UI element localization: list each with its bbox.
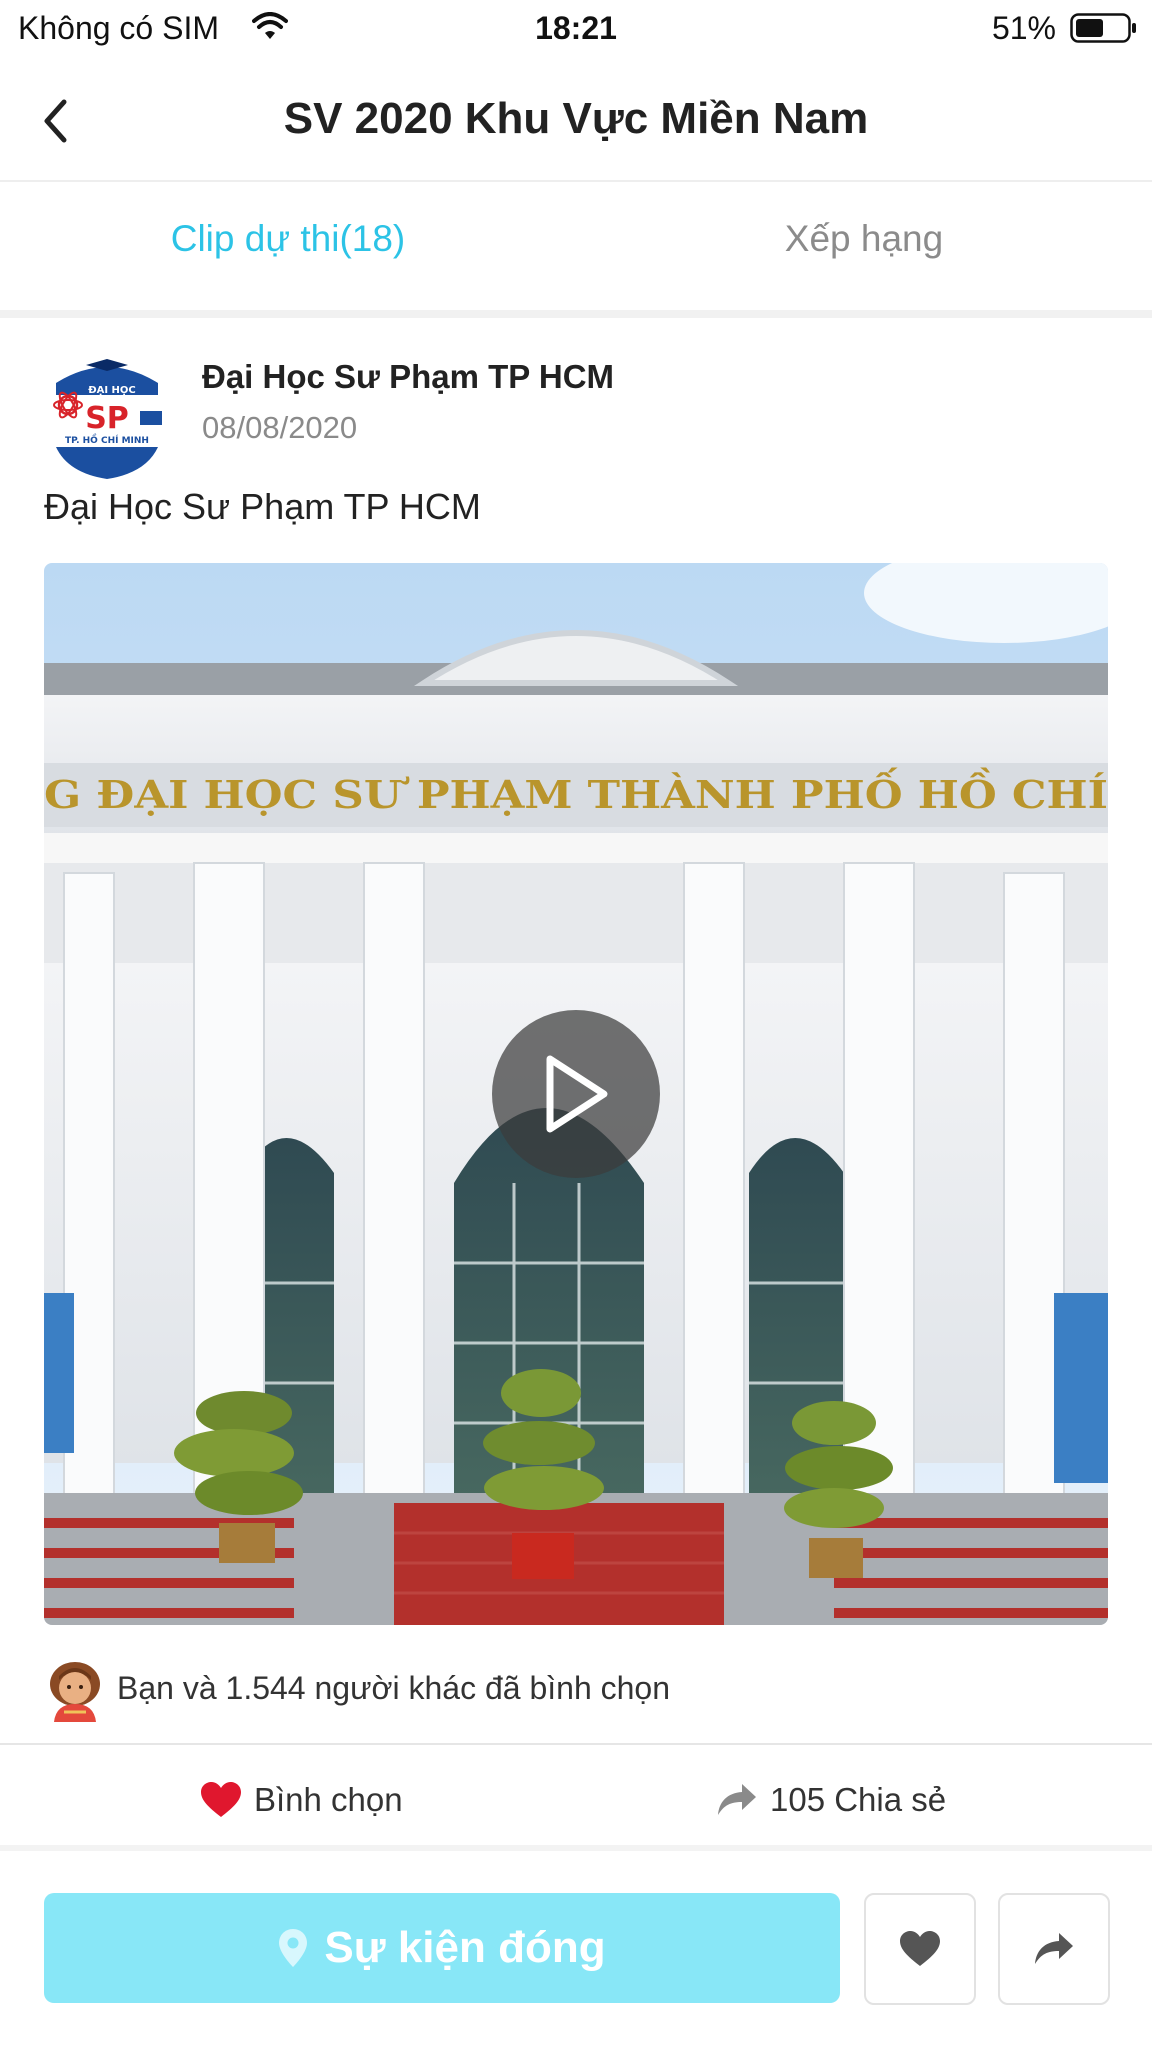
play-icon [546, 1055, 608, 1133]
tab-bar: Clip dự thi(18) Xếp hạng [0, 182, 1152, 310]
divider [0, 310, 1152, 318]
share-arrow-icon [718, 1784, 756, 1815]
post-date: 08/08/2020 [202, 410, 358, 445]
event-closed-label: Sự kiện đóng [324, 1923, 606, 1972]
play-button[interactable] [492, 1010, 660, 1178]
battery-icon [1070, 13, 1136, 43]
post-author[interactable]: Đại Học Sư Phạm TP HCM [202, 358, 614, 396]
clock: 18:21 [535, 10, 617, 46]
building-sign: G ĐẠI HỌC SƯ PHẠM THÀNH PHỐ HỒ CHÍ [44, 768, 1108, 817]
share-arrow-icon [1035, 1933, 1073, 1964]
divider [0, 1743, 1152, 1745]
share-button[interactable] [998, 1893, 1110, 2005]
heart-icon [201, 1782, 241, 1817]
votes-summary[interactable]: Bạn và 1.544 người khác đã bình chọn [117, 1670, 670, 1707]
university-logo[interactable]: ĐẠI HỌC SP TP. HỒ CHÍ MINH [46, 355, 168, 481]
share-label: 105 Chia sẻ [770, 1781, 947, 1818]
voter-avatar [50, 1662, 100, 1722]
location-pin-icon [279, 1929, 308, 1967]
status-bar: Không có SIM 18:21 51% [0, 0, 1152, 60]
logo-text-main: SP [85, 401, 129, 436]
logo-text-top: ĐẠI HỌC [88, 385, 136, 396]
nav-bar: SV 2020 Khu Vực Miền Nam [0, 62, 1152, 182]
like-button[interactable] [864, 1893, 976, 2005]
vote-label: Bình chọn [254, 1781, 403, 1818]
divider [0, 1845, 1152, 1851]
vote-button[interactable]: Bình chọn [200, 1776, 403, 1824]
page-title: SV 2020 Khu Vực Miền Nam [283, 94, 869, 143]
tab-clips[interactable]: Clip dự thi(18) [0, 218, 576, 260]
post-caption: Đại Học Sư Phạm TP HCM [44, 486, 481, 527]
battery-percent: 51% [991, 10, 1056, 46]
video-player[interactable]: G ĐẠI HỌC SƯ PHẠM THÀNH PHỐ HỒ CHÍ [44, 563, 1108, 1625]
event-closed-button[interactable]: Sự kiện đóng [44, 1893, 840, 2003]
heart-icon [900, 1931, 940, 1966]
share-action[interactable]: 105 Chia sẻ [716, 1776, 946, 1824]
tab-ranking[interactable]: Xếp hạng [576, 218, 1152, 260]
